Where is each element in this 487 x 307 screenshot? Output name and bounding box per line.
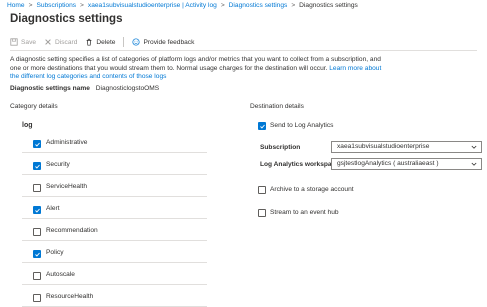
- discard-button[interactable]: Discard: [44, 38, 77, 46]
- category-checkbox[interactable]: [33, 294, 41, 302]
- provide-feedback-button[interactable]: Provide feedback: [132, 38, 194, 46]
- save-icon: [10, 38, 18, 46]
- category-checkbox[interactable]: [33, 184, 41, 192]
- checkmark-icon: [34, 252, 40, 257]
- close-icon: [45, 39, 51, 45]
- save-button[interactable]: Save: [10, 38, 36, 46]
- stream-label: Stream to an event hub: [270, 209, 339, 216]
- send-to-log-analytics-label: Send to Log Analytics: [270, 122, 334, 129]
- breadcrumb: Home > Subscriptions > xaea1subvisualstudioe…: [7, 2, 358, 9]
- delete-label: Delete: [96, 38, 116, 46]
- checkmark-icon: [34, 142, 40, 147]
- checkmark-icon: [34, 208, 40, 213]
- settings-name-label: Diagnostic settings name: [10, 85, 90, 92]
- breadcrumb-subscriptions[interactable]: Subscriptions: [36, 2, 76, 9]
- category-label: Alert: [46, 205, 60, 212]
- category-row-alert[interactable]: Alert: [22, 200, 207, 219]
- category-label: Security: [46, 161, 70, 168]
- category-row-servicehealth[interactable]: ServiceHealth: [22, 178, 207, 197]
- destination-details-heading: Destination details: [250, 103, 304, 110]
- breadcrumb-separator: >: [28, 2, 33, 9]
- settings-name-value: DiagnosticlogstoOMS: [95, 85, 160, 92]
- toolbar: Save Discard Delete Provide feedback: [10, 37, 202, 47]
- category-label: ServiceHealth: [46, 183, 88, 190]
- breadcrumb-home[interactable]: Home: [7, 2, 25, 9]
- archive-label: Archive to a storage account: [270, 186, 354, 193]
- category-checkbox[interactable]: [33, 250, 41, 258]
- category-checkbox[interactable]: [33, 206, 41, 214]
- breadcrumb-separator: >: [80, 2, 84, 9]
- smiley-icon: [132, 38, 141, 46]
- description: A diagnostic setting specifies a list of…: [10, 56, 385, 82]
- subscription-select[interactable]: xaea1subvisualstudioenterprise: [331, 141, 482, 153]
- chevron-down-icon: [471, 162, 477, 166]
- feedback-label: Provide feedback: [143, 38, 195, 46]
- page-title: Diagnostics settings: [10, 13, 123, 25]
- breadcrumb-separator: >: [291, 2, 296, 9]
- workspace-value: gsjtestlogAnalytics ( australiaeast ): [337, 160, 439, 167]
- category-checkbox[interactable]: [33, 272, 41, 280]
- category-row-policy[interactable]: Policy: [22, 244, 207, 263]
- category-row-resourcehealth[interactable]: ResourceHealth: [22, 288, 207, 307]
- archive-checkbox[interactable]: [258, 186, 266, 194]
- breadcrumb-separator: >: [220, 2, 225, 9]
- chevron-down-icon: [471, 145, 477, 149]
- breadcrumb-diagnostics-settings[interactable]: Diagnostics settings: [229, 2, 288, 9]
- diagnostic-settings-name: Diagnostic settings name Diagnosticlogst…: [10, 85, 159, 92]
- category-label: Autoscale: [46, 271, 75, 278]
- checkmark-icon: [259, 124, 265, 129]
- category-checkbox[interactable]: [33, 140, 41, 148]
- subscription-value: xaea1subvisualstudioenterprise: [337, 143, 430, 150]
- category-row-recommendation[interactable]: Recommendation: [22, 222, 207, 241]
- category-label: Administrative: [46, 139, 88, 146]
- category-row-security[interactable]: Security: [22, 156, 207, 175]
- category-label: Recommendation: [46, 227, 98, 234]
- category-checkbox[interactable]: [33, 162, 41, 170]
- send-to-log-analytics-checkbox[interactable]: [258, 122, 266, 130]
- workspace-select[interactable]: gsjtestlogAnalytics ( australiaeast ): [331, 158, 482, 170]
- description-text: A diagnostic setting specifies a list of…: [10, 56, 381, 72]
- discard-label: Discard: [55, 38, 78, 46]
- delete-button[interactable]: Delete: [85, 38, 115, 46]
- checkmark-icon: [34, 164, 40, 169]
- toolbar-divider-line: [10, 50, 477, 51]
- category-row-autoscale[interactable]: Autoscale: [22, 266, 207, 285]
- category-details-heading: Category details: [10, 103, 58, 110]
- save-label: Save: [21, 38, 37, 46]
- stream-checkbox[interactable]: [258, 209, 266, 217]
- toolbar-divider: [123, 37, 125, 47]
- category-row-administrative[interactable]: Administrative: [22, 134, 207, 153]
- log-heading: log: [22, 122, 33, 129]
- trash-icon: [86, 38, 92, 46]
- category-checkbox[interactable]: [33, 228, 41, 236]
- subscription-label: Subscription: [260, 144, 301, 151]
- category-label: ResourceHealth: [46, 293, 94, 300]
- workspace-label: Log Analytics workspace: [260, 161, 339, 168]
- category-label: Policy: [46, 249, 64, 256]
- breadcrumb-current: Diagnostics settings: [299, 2, 358, 9]
- breadcrumb-activity-log[interactable]: xaea1subvisualstudioenterprise | Activit…: [88, 2, 217, 9]
